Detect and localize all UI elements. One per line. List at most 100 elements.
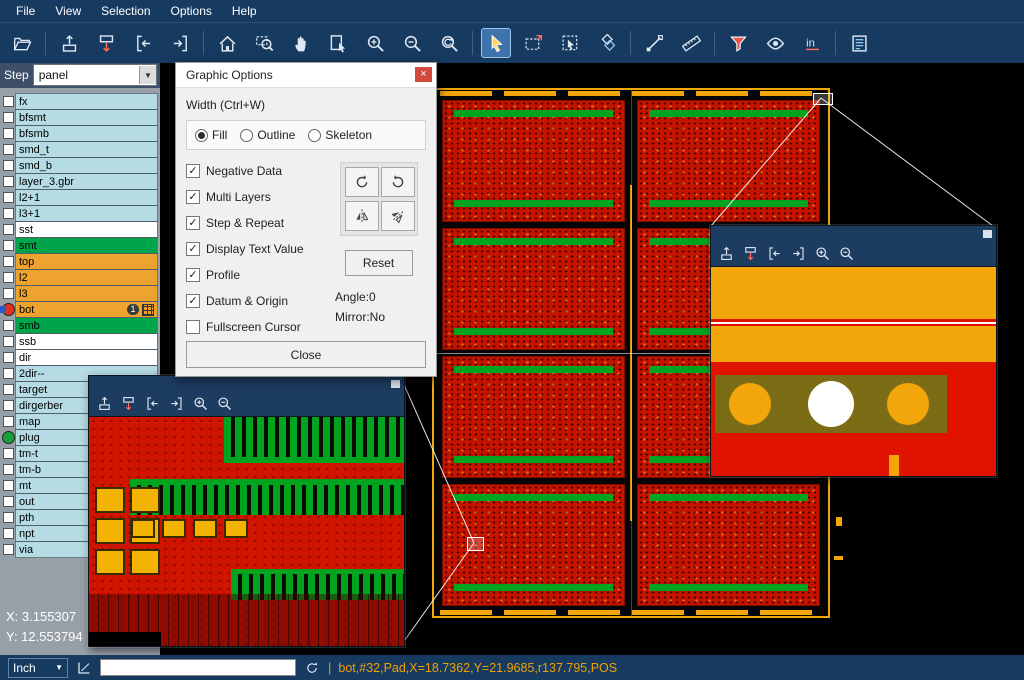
select-cursor-icon[interactable]	[482, 29, 510, 57]
rotate-ccw-button[interactable]	[381, 167, 415, 197]
layer-name[interactable]: smd_t	[16, 142, 157, 157]
magnifier-1-titlebar[interactable]	[89, 376, 404, 391]
select-page-icon[interactable]	[324, 29, 352, 57]
checkbox-datum-origin[interactable]: ✓Datum & Origin	[186, 292, 331, 309]
checkbox-multi-layers[interactable]: ✓Multi Layers	[186, 188, 331, 205]
view-options-icon[interactable]	[761, 29, 789, 57]
window-button-icon[interactable]	[983, 230, 992, 238]
report-icon[interactable]	[845, 29, 873, 57]
layer-checkbox[interactable]	[3, 352, 14, 363]
open-icon[interactable]	[8, 29, 36, 57]
layer-name[interactable]: bfsmt	[16, 110, 157, 125]
zoom-in-icon[interactable]	[361, 29, 389, 57]
layer-checkbox[interactable]	[3, 496, 14, 507]
layer-checkbox[interactable]	[3, 400, 14, 411]
layer-row-l2-1[interactable]: l2+1	[0, 190, 160, 205]
measure-inch-icon[interactable]: in	[798, 29, 826, 57]
radio-skeleton[interactable]: Skeleton	[308, 128, 372, 142]
unit-dropdown[interactable]: Inch ▼	[8, 658, 68, 678]
menu-selection[interactable]: Selection	[91, 1, 160, 21]
layer-checkbox[interactable]	[3, 240, 14, 251]
layer-checkbox[interactable]	[3, 336, 14, 347]
place-bottom-icon[interactable]	[117, 393, 139, 415]
layer-checkbox[interactable]	[3, 256, 14, 267]
checkbox-negative-data[interactable]: ✓Negative Data	[186, 162, 331, 179]
select-rectangle-icon[interactable]	[519, 29, 547, 57]
mirror-h-button[interactable]	[345, 201, 379, 231]
layer-checkbox[interactable]	[3, 128, 14, 139]
draw-line-icon[interactable]	[640, 29, 668, 57]
layer-checkbox[interactable]	[3, 144, 14, 155]
mirror-d-button[interactable]	[381, 201, 415, 231]
layer-name[interactable]: layer_3.gbr	[16, 174, 157, 189]
radio-fill[interactable]: Fill	[195, 128, 227, 142]
layer-checkbox[interactable]	[3, 160, 14, 171]
move-left-icon[interactable]	[763, 243, 785, 265]
move-right-icon[interactable]	[787, 243, 809, 265]
menu-view[interactable]: View	[45, 1, 91, 21]
layer-checkbox[interactable]	[3, 528, 14, 539]
filter-icon[interactable]	[724, 29, 752, 57]
magnifier-window-2[interactable]	[710, 225, 997, 477]
layer-row-dir[interactable]: dir	[0, 350, 160, 365]
layer-row-bfsmb[interactable]: bfsmb	[0, 126, 160, 141]
layer-name[interactable]: bot1	[16, 302, 157, 317]
place-bottom-icon[interactable]	[92, 29, 120, 57]
layer-checkbox[interactable]	[3, 464, 14, 475]
layer-checkbox[interactable]	[3, 544, 14, 555]
layer-row-bot[interactable]: bot1	[0, 302, 160, 317]
layer-row-bfsmt[interactable]: bfsmt	[0, 110, 160, 125]
checkbox-profile[interactable]: ✓Profile	[186, 266, 331, 283]
layer-checkbox[interactable]	[3, 320, 14, 331]
radio-outline[interactable]: Outline	[240, 128, 295, 142]
zoom-out-icon[interactable]	[213, 393, 235, 415]
layer-row-smd-b[interactable]: smd_b	[0, 158, 160, 173]
layer-name[interactable]: top	[16, 254, 157, 269]
layer-row-l3[interactable]: l3	[0, 286, 160, 301]
layer-checkbox[interactable]	[3, 480, 14, 491]
checkbox-fullscreen-cursor[interactable]: Fullscreen Cursor	[186, 318, 331, 335]
layer-name[interactable]: fx	[16, 94, 157, 109]
place-top-icon[interactable]	[715, 243, 737, 265]
zoom-in-icon[interactable]	[811, 243, 833, 265]
snap-angle-icon[interactable]	[75, 659, 93, 677]
move-right-icon[interactable]	[166, 29, 194, 57]
layer-row-smb[interactable]: smb	[0, 318, 160, 333]
layer-checkbox[interactable]	[3, 272, 14, 283]
layer-row-ssb[interactable]: ssb	[0, 334, 160, 349]
zoom-out-icon[interactable]	[398, 29, 426, 57]
layer-row-sst[interactable]: sst	[0, 222, 160, 237]
layer-name[interactable]: ssb	[16, 334, 157, 349]
layer-row-l2[interactable]: l2	[0, 270, 160, 285]
magnifier-window-1[interactable]	[88, 375, 405, 647]
menu-file[interactable]: File	[6, 1, 45, 21]
layer-row-smd-t[interactable]: smd_t	[0, 142, 160, 157]
layer-checkbox[interactable]	[3, 384, 14, 395]
checkbox-step-repeat[interactable]: ✓Step & Repeat	[186, 214, 331, 231]
layer-row-smt[interactable]: smt	[0, 238, 160, 253]
layer-checkbox[interactable]	[3, 208, 14, 219]
step-dropdown[interactable]: panel ▼	[33, 64, 157, 86]
layer-checkbox[interactable]	[3, 448, 14, 459]
layer-name[interactable]: smt	[16, 238, 157, 253]
zoom-out-icon[interactable]	[835, 243, 857, 265]
layer-checkbox[interactable]	[3, 176, 14, 187]
layer-name[interactable]: smb	[16, 318, 157, 333]
layer-checkbox[interactable]	[3, 224, 14, 235]
layer-name[interactable]: l2	[16, 270, 157, 285]
layer-checkbox[interactable]	[3, 288, 14, 299]
layer-name[interactable]: bfsmb	[16, 126, 157, 141]
ruler-icon[interactable]	[677, 29, 705, 57]
layer-name[interactable]: sst	[16, 222, 157, 237]
move-left-icon[interactable]	[129, 29, 157, 57]
magnifier-2-titlebar[interactable]	[711, 226, 996, 241]
refresh-icon[interactable]	[303, 659, 321, 677]
menu-options[interactable]: Options	[161, 1, 222, 21]
place-bottom-icon[interactable]	[739, 243, 761, 265]
home-icon[interactable]	[213, 29, 241, 57]
rotate-cw-button[interactable]	[345, 167, 379, 197]
layer-checkbox[interactable]	[3, 192, 14, 203]
layer-name[interactable]: l2+1	[16, 190, 157, 205]
place-top-icon[interactable]	[93, 393, 115, 415]
close-icon[interactable]: ×	[415, 67, 432, 82]
